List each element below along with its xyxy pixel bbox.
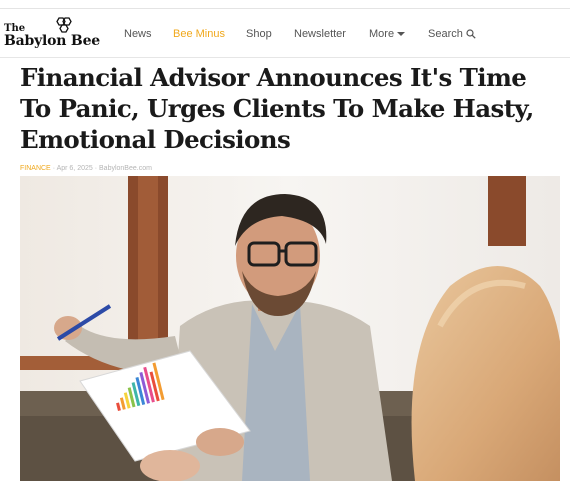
article-source: BabylonBee.com: [99, 165, 152, 172]
search-icon: [466, 29, 476, 39]
article-date: Apr 6, 2025: [56, 165, 93, 172]
site-logo[interactable]: The Babylon Bee: [4, 15, 104, 53]
bee-logo-icon: [56, 17, 72, 33]
site-header: The Babylon Bee News Bee Minus Shop News…: [0, 10, 570, 58]
nav-more-dropdown[interactable]: More: [369, 28, 406, 40]
article-category-link[interactable]: FINANCE: [20, 165, 51, 172]
nav-more-label: More: [369, 28, 395, 40]
nav-shop[interactable]: Shop: [246, 28, 272, 40]
logo-name-text: Babylon Bee: [4, 33, 100, 49]
top-divider: [0, 0, 570, 9]
article-byline: FINANCE · Apr 6, 2025 · BabylonBee.com: [20, 165, 152, 172]
article-headline: Financial Advisor Announces It's Time To…: [20, 63, 534, 154]
article-hero-image: [20, 176, 560, 481]
chevron-down-icon: [397, 32, 406, 37]
nav-bee-minus[interactable]: Bee Minus: [173, 28, 225, 40]
nav-newsletter[interactable]: Newsletter: [294, 28, 346, 40]
nav-search[interactable]: Search: [428, 28, 476, 40]
nav-search-label: Search: [428, 28, 463, 40]
nav-news[interactable]: News: [124, 28, 152, 40]
hero-photo-illustration: [20, 176, 560, 481]
